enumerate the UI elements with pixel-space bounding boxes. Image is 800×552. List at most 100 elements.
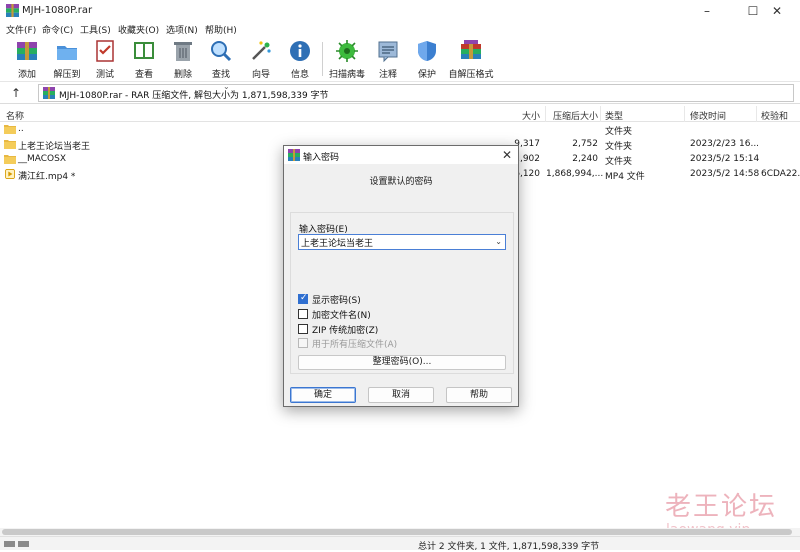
column-crc[interactable]: 校验和 — [761, 109, 788, 122]
folder-icon — [4, 155, 16, 164]
add-archive-icon — [17, 42, 37, 60]
minimize-button[interactable]: – — [684, 0, 730, 22]
file-list-header: 名称 大小 压缩后大小 类型 修改时间 校验和 — [0, 106, 800, 122]
path-field[interactable]: MJH-1080P.rar - RAR 压缩文件, 解包大小为 1,871,59… — [38, 82, 794, 102]
path-text: MJH-1080P.rar - RAR 压缩文件, 解包大小为 1,871,59… — [59, 91, 329, 101]
info-icon — [290, 41, 310, 61]
column-divider — [600, 106, 601, 122]
sfx-button[interactable]: 自解压格式 — [447, 38, 495, 80]
column-modified[interactable]: 修改时间 — [690, 109, 726, 122]
checkbox-icon[interactable] — [298, 324, 308, 334]
menu-bar: 文件(F) 命令(C) 工具(S) 收藏夹(O) 选项(N) 帮助(H) — [0, 22, 800, 36]
column-packed[interactable]: 压缩后大小 — [546, 109, 598, 122]
help-button[interactable]: 帮助 — [446, 387, 512, 403]
file-modified: 2023/5/2 14:58 — [690, 169, 760, 179]
checkbox-label: 加密文件名(N) — [312, 311, 371, 321]
view-button[interactable]: 查看 — [126, 38, 162, 80]
window-title: MJH-1080P.rar — [22, 5, 93, 16]
test-button[interactable]: 测试 — [88, 38, 122, 80]
wizard-button[interactable]: 向导 — [244, 38, 278, 80]
scrollbar-thumb[interactable] — [2, 529, 792, 535]
file-name: .. — [18, 124, 24, 134]
dialog-close-button[interactable]: ✕ — [498, 147, 516, 163]
watermark-logo: 老王论坛 — [665, 492, 778, 522]
menu-tools[interactable]: 工具(S) — [80, 23, 111, 36]
find-button[interactable]: 查找 — [204, 38, 238, 80]
protect-button[interactable]: 保护 — [410, 38, 444, 80]
table-row[interactable]: .. 文件夹 — [0, 122, 800, 137]
checkbox-icon[interactable] — [298, 309, 308, 319]
status-text: 总计 2 文件夹, 1 文件, 1,871,598,339 字节 — [418, 542, 600, 552]
horizontal-scrollbar[interactable] — [0, 528, 800, 536]
column-size[interactable]: 大小 — [470, 109, 540, 122]
file-packed: 1,868,994,... — [546, 169, 604, 179]
delete-button[interactable]: 删除 — [166, 38, 200, 80]
file-packed: 2,752 — [572, 139, 598, 149]
chevron-down-icon[interactable]: ⌄ — [223, 82, 230, 91]
file-name: 上老王论坛当老王 — [18, 142, 91, 152]
column-divider — [756, 106, 757, 122]
shield-icon — [418, 41, 436, 61]
virus-scan-icon — [336, 40, 358, 62]
close-window-button[interactable]: ✕ — [754, 0, 800, 22]
folder-up-icon — [4, 125, 16, 134]
file-crc: 6CDA22... — [761, 169, 800, 179]
checkbox-icon[interactable] — [298, 293, 308, 304]
winrar-app-icon — [288, 149, 300, 161]
file-type: 文件夹 — [605, 142, 633, 152]
column-divider — [684, 106, 685, 122]
title-bar: MJH-1080P.rar – ☐ ✕ — [0, 0, 800, 22]
checkbox-icon — [298, 338, 308, 348]
checkbox-label: 显示密码(S) — [312, 296, 361, 306]
column-name[interactable]: 名称 — [6, 109, 24, 122]
ok-button[interactable]: 确定 — [290, 387, 356, 403]
menu-commands[interactable]: 命令(C) — [42, 23, 73, 36]
rar-archive-icon — [43, 87, 55, 99]
extract-to-button[interactable]: 解压到 — [48, 38, 86, 80]
toolbar: 添加 解压到 测试 查看 删除 查找 向导 信息 扫描病毒 注释 保护 自解压格… — [0, 36, 800, 82]
comment-button[interactable]: 注释 — [371, 38, 405, 80]
chevron-down-icon[interactable]: ⌄ — [495, 237, 502, 246]
organize-passwords-button[interactable]: 整理密码(O)... — [298, 355, 506, 370]
test-checklist-icon — [96, 40, 114, 62]
add-button[interactable]: 添加 — [10, 38, 44, 80]
menu-help[interactable]: 帮助(H) — [205, 23, 237, 36]
file-name: __MACOSX — [18, 154, 67, 164]
checkbox-label: 用于所有压缩文件(A) — [312, 340, 398, 350]
comment-note-icon — [378, 41, 398, 63]
trash-icon — [174, 42, 192, 61]
file-type: 文件夹 — [605, 157, 633, 167]
magic-wand-icon — [252, 41, 271, 60]
menu-options[interactable]: 选项(N) — [166, 23, 198, 36]
address-bar: ↑ MJH-1080P.rar - RAR 压缩文件, 解包大小为 1,871,… — [0, 82, 800, 104]
status-bar: 总计 2 文件夹, 1 文件, 1,871,598,339 字节 — [0, 536, 800, 552]
password-input[interactable] — [301, 236, 489, 248]
toolbar-separator — [322, 42, 323, 76]
file-name: 满江红.mp4 * — [18, 172, 76, 182]
password-dialog: 输入密码 ✕ 设置默认的密码 输入密码(E) ⌄ 显示密码(S) 加密文件名(N… — [283, 145, 519, 407]
video-file-icon — [4, 169, 15, 179]
folder-icon — [4, 140, 16, 149]
dialog-title-bar: 输入密码 ✕ — [284, 146, 518, 164]
sfx-archive-icon — [461, 40, 481, 59]
checkbox-label: ZIP 传统加密(Z) — [312, 326, 379, 336]
cancel-button[interactable]: 取消 — [368, 387, 434, 403]
password-group: 输入密码(E) ⌄ 显示密码(S) 加密文件名(N) ZIP 传统加密(Z) 用… — [290, 212, 514, 374]
virus-scan-button[interactable]: 扫描病毒 — [327, 38, 367, 80]
drive-status-icon — [4, 541, 29, 547]
folder-extract-icon — [57, 46, 77, 60]
book-view-icon — [134, 42, 154, 59]
menu-file[interactable]: 文件(F) — [6, 23, 36, 36]
file-modified: 2023/5/2 15:14 — [690, 154, 760, 164]
file-type: MP4 文件 — [605, 172, 645, 182]
dialog-subtitle: 设置默认的密码 — [369, 177, 433, 187]
up-arrow-icon[interactable]: ↑ — [6, 85, 26, 101]
file-modified: 2023/2/23 16... — [690, 139, 760, 149]
dialog-title: 输入密码 — [303, 153, 340, 163]
file-packed: 2,240 — [572, 154, 598, 164]
column-type[interactable]: 类型 — [605, 109, 623, 122]
magnifier-icon — [211, 41, 232, 62]
menu-favorites[interactable]: 收藏夹(O) — [118, 23, 159, 36]
info-button[interactable]: 信息 — [283, 38, 317, 80]
password-field[interactable]: ⌄ — [298, 234, 506, 250]
